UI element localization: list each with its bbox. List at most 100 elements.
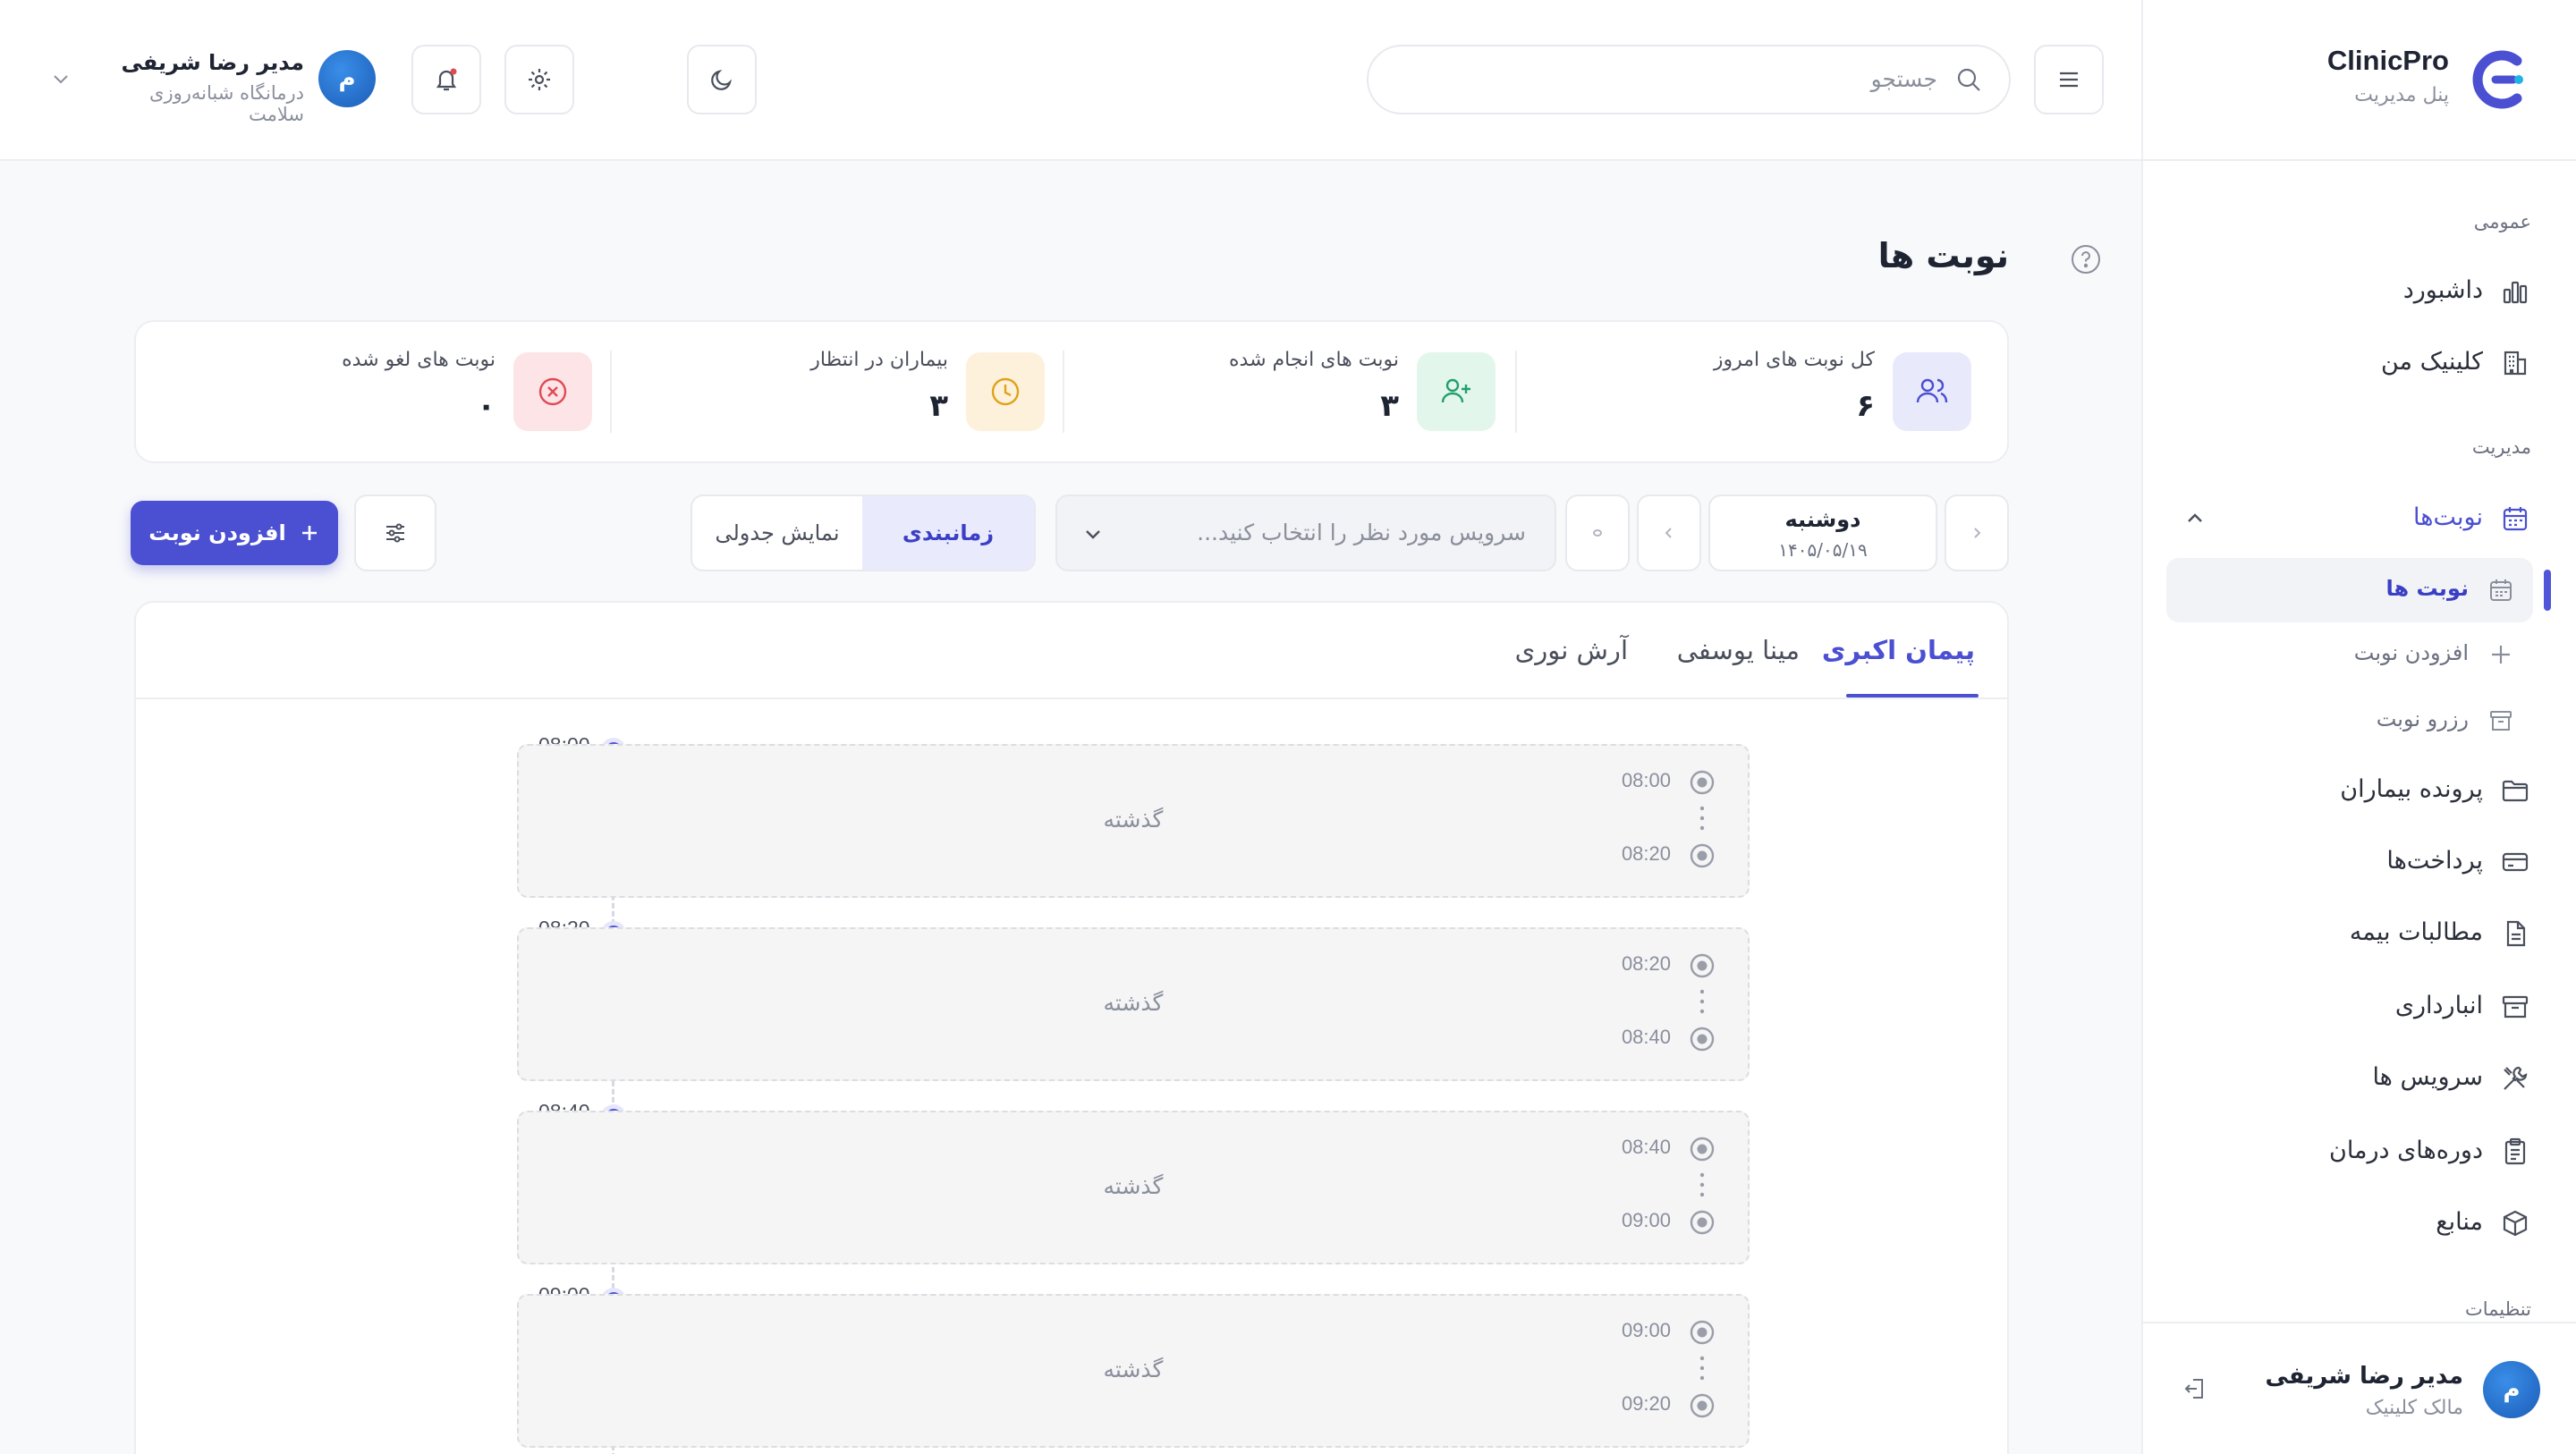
time-slot[interactable]: 09:00 09:20 گذشته — [517, 1294, 1750, 1448]
search-box[interactable]: جستجو — [1367, 45, 2011, 114]
filter-button[interactable] — [354, 495, 436, 571]
view-table-button[interactable]: نمایش جدولی — [692, 496, 862, 570]
sidebar-item-label: دوره‌های درمان — [2328, 1137, 2483, 1164]
sidebar-subitem-label: افزودن نوبت — [2353, 640, 2469, 665]
next-day-button[interactable] — [1637, 495, 1701, 571]
sliders-icon — [382, 520, 409, 546]
slot-status: گذشته — [1103, 1173, 1164, 1199]
sidebar-item-payments[interactable]: پرداخت‌ها — [2166, 833, 2540, 891]
slot-start-time: 09:00 — [1621, 1319, 1671, 1341]
sidebar-item-appointments[interactable]: نوبت‌ها — [2166, 490, 2540, 547]
radio-dot-icon — [1689, 1392, 1716, 1419]
time-slot[interactable]: 08:00 08:20 گذشته — [517, 744, 1750, 898]
add-appointment-button[interactable]: افزودن نوبت — [131, 501, 338, 565]
stat-value: ۳ — [929, 388, 948, 424]
circle-icon — [1589, 524, 1606, 542]
prev-day-button[interactable] — [1945, 495, 2009, 571]
user-plus-icon — [1417, 352, 1496, 431]
time-slot[interactable]: 08:40 09:00 گذشته — [517, 1111, 1750, 1264]
clock-icon — [966, 352, 1045, 431]
chevron-right-icon — [1968, 524, 1986, 542]
divider — [1515, 351, 1517, 433]
slot-start-time: 08:20 — [1621, 952, 1671, 975]
slot-start-time: 08:40 — [1621, 1136, 1671, 1158]
logout-icon[interactable] — [2182, 1375, 2209, 1402]
building-icon — [2501, 349, 2529, 377]
moon-icon — [708, 66, 735, 93]
date-value: ۱۴۰۵/۰۵/۱۹ — [1778, 539, 1868, 561]
sidebar-subitem-appointments-list[interactable]: نوبت ها — [2166, 558, 2533, 622]
sidebar-item-label: کلینیک من — [2381, 348, 2483, 376]
sidebar-user-role: مالک کلینیک — [2365, 1397, 2463, 1419]
sidebar-item-resources[interactable]: منابع — [2166, 1195, 2540, 1252]
sidebar-item-insurance[interactable]: مطالبات بیمه — [2166, 905, 2540, 962]
view-switcher: زمانبندی نمایش جدولی — [691, 495, 1036, 571]
view-schedule-button[interactable]: زمانبندی — [862, 496, 1034, 570]
sidebar-subitem-add-appointment[interactable]: افزودن نوبت — [2166, 622, 2533, 687]
brand-subtitle: پنل مدیریت — [2354, 84, 2449, 106]
stat-label: نوبت های انجام شده — [1229, 349, 1399, 371]
sidebar-item-inventory[interactable]: انبارداری — [2166, 978, 2540, 1036]
settings-button[interactable] — [504, 45, 574, 114]
help-icon[interactable] — [2070, 243, 2102, 275]
sidebar-item-label: انبارداری — [2394, 992, 2483, 1019]
notifications-button[interactable] — [411, 45, 481, 114]
sidebar-subitem-label: نوبت ها — [2385, 576, 2469, 601]
sidebar-item-courses[interactable]: دوره‌های درمان — [2166, 1123, 2540, 1180]
stat-value: ۳ — [1380, 388, 1399, 424]
sidebar-subitem-reserve[interactable]: رزرو نوبت — [2166, 689, 2533, 753]
schedule-card: پیمان اکبری مینا یوسفی آرش نوری 08:00 08:… — [134, 601, 2009, 1454]
cancel-circle-icon — [513, 352, 592, 431]
add-appointment-label: افزودن نوبت — [148, 520, 286, 545]
clinicpro-logo-icon[interactable] — [2472, 48, 2529, 111]
tab-doctor-1[interactable]: پیمان اکبری — [1822, 635, 1975, 665]
dark-mode-toggle-button[interactable] — [687, 45, 757, 114]
users-icon — [1893, 352, 1971, 431]
topbar-user-org: درمانگاه شبانه‌روزی سلامت — [149, 82, 304, 125]
slot-end-time: 08:20 — [1621, 842, 1671, 865]
search-input[interactable]: جستجو — [1871, 66, 1937, 92]
radio-dot-icon — [1689, 1136, 1716, 1162]
sidebar-item-label: داشبورد — [2402, 276, 2483, 304]
tab-underline — [1846, 694, 1979, 697]
slot-status: گذشته — [1103, 807, 1164, 833]
topbar: جستجو م مدیر رضا شریفی درمانگاه شبانه‌رو… — [0, 0, 2141, 161]
chevron-up-icon[interactable] — [2184, 508, 2206, 529]
avatar[interactable]: م — [2483, 1361, 2540, 1418]
archive-box-icon — [2501, 993, 2529, 1021]
date-display[interactable]: دوشنبه ۱۴۰۵/۰۵/۱۹ — [1708, 495, 1937, 571]
sidebar-item-services[interactable]: سرویس ها — [2166, 1050, 2540, 1107]
time-slot[interactable]: 08:20 08:40 گذشته — [517, 927, 1750, 1081]
sidebar-item-patients[interactable]: پرونده بیماران — [2166, 762, 2540, 819]
stat-value: ۰ — [477, 388, 496, 424]
sidebar-item-label: منابع — [2436, 1208, 2483, 1236]
today-button[interactable] — [1565, 495, 1630, 571]
tab-doctor-2[interactable]: مینا یوسفی — [1677, 635, 1800, 665]
sidebar-item-my-clinic[interactable]: کلینیک من — [2166, 334, 2540, 392]
bell-icon — [433, 66, 460, 93]
cube-icon — [2501, 1209, 2529, 1238]
brand-name: ClinicPro — [2326, 45, 2449, 76]
day-name: دوشنبه — [1784, 507, 1861, 532]
radio-dot-icon — [1689, 842, 1716, 869]
section-title-management: مدیریت — [2471, 436, 2531, 458]
sidebar-user-name: مدیر رضا شریفی — [2265, 1363, 2463, 1390]
menu-toggle-button[interactable] — [2034, 45, 2104, 114]
chevron-down-icon[interactable] — [50, 68, 72, 89]
bar-chart-icon — [2501, 277, 2529, 306]
sidebar-item-label: پرونده بیماران — [2340, 775, 2483, 803]
sidebar-item-label: پرداخت‌ها — [2386, 847, 2483, 875]
service-select-placeholder: سرویس مورد نظر را انتخاب کنید... — [1197, 520, 1526, 545]
sidebar-item-dashboard[interactable]: داشبورد — [2166, 263, 2540, 320]
tab-doctor-3[interactable]: آرش نوری — [1515, 635, 1628, 665]
section-title-settings: تنظیمات — [2464, 1298, 2531, 1320]
gear-icon — [526, 66, 553, 93]
archive-icon — [2488, 708, 2513, 733]
slot-end-time: 09:00 — [1621, 1209, 1671, 1231]
avatar[interactable]: م — [318, 50, 376, 107]
service-select[interactable]: سرویس مورد نظر را انتخاب کنید... — [1055, 495, 1556, 571]
radio-dot-icon — [1689, 1026, 1716, 1052]
stat-label: بیماران در انتظار — [810, 349, 948, 371]
radio-dot-icon — [1689, 952, 1716, 979]
topbar-user-name: مدیر رضا شریفی — [121, 50, 305, 75]
